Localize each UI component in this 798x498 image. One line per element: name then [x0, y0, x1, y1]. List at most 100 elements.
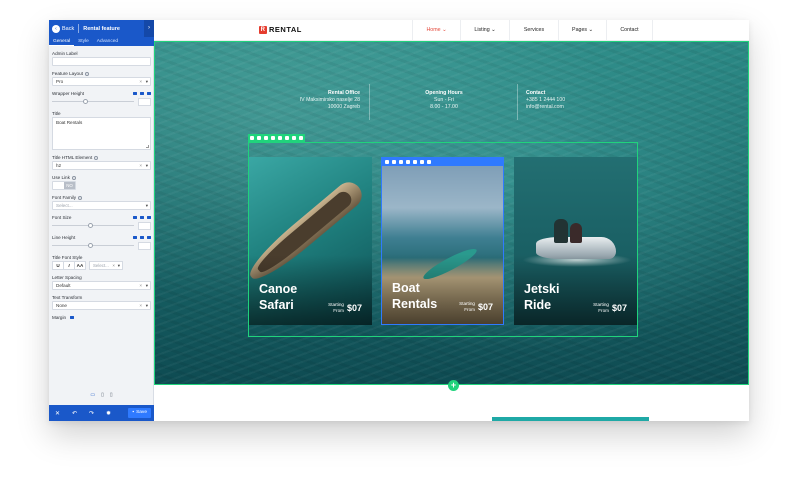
tablet-icon[interactable] — [140, 92, 144, 95]
trash-icon[interactable] — [427, 160, 431, 164]
nav-item-services[interactable]: Services — [509, 20, 558, 41]
tab-advanced[interactable]: Advanced — [93, 37, 122, 46]
toggle-on[interactable] — [53, 182, 64, 189]
contact-info: Contact +385 1 2444 100 info@rental.com — [526, 90, 616, 111]
nav-item-home[interactable]: Home ⌄ — [412, 20, 460, 41]
help-icon[interactable] — [71, 175, 76, 180]
clear-icon[interactable]: × — [139, 162, 142, 169]
margin-label: Margin — [52, 314, 151, 321]
chevron-down-icon: ▾ — [145, 283, 148, 288]
use-link-row: NO — [52, 181, 151, 190]
slider-handle[interactable] — [88, 223, 94, 228]
feature-card-boat[interactable]: Boat Rentals Starting From $07 — [381, 157, 504, 325]
visibility-icon[interactable] — [285, 136, 289, 140]
slider-handle[interactable] — [88, 243, 94, 248]
contact-title: Contact — [526, 90, 546, 96]
clear-icon[interactable]: × — [112, 262, 115, 269]
slider-track[interactable] — [52, 243, 134, 248]
settings-icon[interactable] — [299, 136, 303, 140]
visibility-icon[interactable] — [413, 160, 417, 164]
use-link-text: Use Link — [52, 175, 70, 180]
redo-icon[interactable]: ↷ — [83, 410, 100, 417]
trash-icon[interactable] — [292, 136, 296, 140]
add-section-button[interactable]: + — [448, 380, 459, 391]
help-icon[interactable] — [94, 155, 99, 160]
copy-icon[interactable] — [264, 136, 268, 140]
tab-style[interactable]: Style — [74, 37, 93, 46]
desktop-icon[interactable] — [133, 216, 137, 219]
mobile-icon[interactable]: ▯ — [110, 392, 113, 398]
clear-icon[interactable]: × — [139, 282, 142, 289]
desktop-icon[interactable] — [133, 236, 137, 239]
title-textarea[interactable]: Boat Rentals — [52, 117, 151, 150]
feature-card-jetski[interactable]: Jetski Ride Starting From $07 — [514, 157, 637, 325]
help-icon[interactable] — [84, 71, 89, 76]
font-size-text: Font Size — [52, 215, 72, 220]
help-icon[interactable] — [78, 195, 82, 200]
gear-icon[interactable]: ✹ — [100, 410, 117, 417]
wrapper-height-input[interactable] — [138, 97, 151, 106]
hero-section[interactable]: Rental Office IV Maksimirsko naselje 28 … — [154, 41, 749, 385]
edit-icon[interactable] — [392, 160, 396, 164]
chevron-down-icon: ▾ — [145, 79, 148, 84]
clear-icon[interactable]: × — [139, 78, 142, 85]
feature-layout-select[interactable]: Pro × ▾ — [52, 77, 151, 86]
tab-general[interactable]: General — [49, 37, 75, 46]
clear-icon[interactable]: × — [139, 302, 142, 309]
nav-item-pages[interactable]: Pages ⌄ — [558, 20, 606, 41]
slider-track[interactable] — [52, 99, 134, 104]
chevron-down-icon: ▾ — [117, 263, 120, 268]
font-style-row: U I AA Select... × ▾ — [52, 261, 151, 270]
card-price-caption: Starting From — [593, 302, 609, 313]
chevron-down-icon: ▾ — [145, 203, 148, 208]
line-height-input[interactable] — [138, 241, 151, 250]
site-logo[interactable]: R RENTAL — [259, 25, 302, 34]
use-link-toggle[interactable]: NO — [52, 181, 76, 190]
save-icon[interactable] — [420, 160, 424, 164]
desktop-icon[interactable] — [70, 316, 75, 319]
mobile-icon[interactable] — [147, 92, 151, 95]
slider-track[interactable] — [52, 223, 134, 228]
card-price: Starting From $07 — [593, 302, 627, 313]
save-button[interactable]: ▪ Save — [128, 408, 151, 418]
duplicate-icon[interactable] — [271, 136, 275, 140]
card-price: Starting From $07 — [328, 302, 362, 313]
slider-handle[interactable] — [83, 99, 89, 104]
card-title: Canoe Safari — [259, 282, 298, 312]
tablet-icon[interactable]: ▯ — [101, 392, 104, 398]
admin-label-input[interactable] — [52, 57, 151, 66]
desktop-icon[interactable]: ▭ — [90, 392, 95, 398]
info-divider — [517, 84, 518, 120]
title-html-element-select[interactable]: h2 × ▾ — [52, 161, 151, 170]
feature-card-canoe[interactable]: Canoe Safari Starting From $07 — [249, 157, 372, 325]
card-price-value: $07 — [611, 302, 627, 313]
font-size-input[interactable] — [138, 221, 151, 230]
title-html-element-value: h2 — [56, 163, 62, 168]
link-icon[interactable] — [278, 136, 282, 140]
tablet-icon[interactable] — [140, 236, 144, 239]
chevron-right-icon[interactable]: › — [144, 20, 154, 37]
toggle-off[interactable]: NO — [64, 182, 75, 189]
close-icon[interactable] — [257, 136, 261, 140]
uppercase-button[interactable]: AA — [74, 261, 86, 270]
letter-spacing-select[interactable]: Default × ▾ — [52, 281, 151, 290]
nav-item-listing[interactable]: Listing ⌄ — [460, 20, 509, 41]
text-transform-select[interactable]: None × ▾ — [52, 301, 151, 310]
close-icon[interactable]: ✕ — [49, 410, 66, 417]
mobile-icon[interactable] — [147, 216, 151, 219]
desktop-icon[interactable] — [133, 92, 137, 95]
info-divider — [369, 84, 370, 120]
tablet-icon[interactable] — [140, 216, 144, 219]
copy-icon[interactable] — [399, 160, 403, 164]
font-weight-select[interactable]: Select... × ▾ — [89, 261, 123, 270]
resize-grip-icon[interactable] — [146, 145, 149, 148]
move-icon[interactable] — [385, 160, 389, 164]
font-family-select[interactable]: Select... ▾ — [52, 201, 151, 210]
back-button[interactable]: ‹ Back — [52, 24, 74, 33]
undo-icon[interactable]: ↶ — [66, 410, 83, 417]
duplicate-icon[interactable] — [406, 160, 410, 164]
move-icon[interactable] — [250, 136, 254, 140]
contact-phone: +385 1 2444 100 — [526, 97, 566, 103]
mobile-icon[interactable] — [147, 236, 151, 239]
nav-item-contact[interactable]: Contact — [606, 20, 653, 41]
